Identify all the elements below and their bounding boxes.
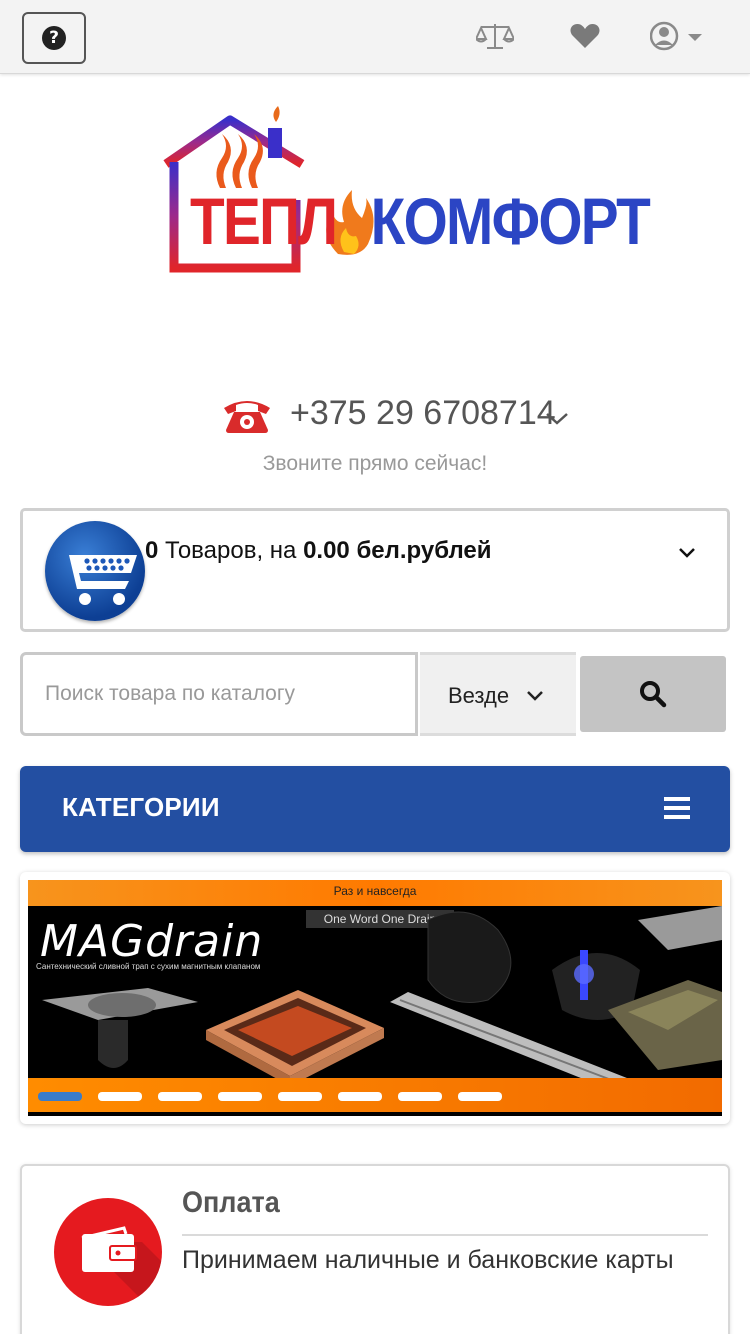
wallet-icon	[54, 1198, 162, 1306]
slider-dot[interactable]	[98, 1092, 142, 1101]
telephone-icon	[224, 401, 270, 433]
hamburger-menu-icon[interactable]	[664, 796, 690, 820]
balance-scale-icon	[476, 24, 514, 49]
payment-info-card: Оплата Принимаем наличные и банковские к…	[20, 1164, 730, 1334]
search-icon	[640, 681, 667, 708]
question-circle-icon: ?	[42, 26, 66, 50]
phone-row: +375 29 6708714	[0, 390, 750, 440]
divider	[182, 1234, 708, 1236]
shopping-cart-icon	[45, 521, 145, 621]
heart-icon	[570, 24, 600, 48]
user-circle-icon	[650, 21, 702, 51]
slider-dot[interactable]	[158, 1092, 202, 1101]
chevron-down-icon[interactable]	[677, 545, 697, 561]
promo-banner[interactable]: Раз и навсегда One Word One Drain MAGdra…	[28, 880, 722, 1116]
promo-slider[interactable]: Раз и навсегда One Word One Drain MAGdra…	[20, 872, 730, 1124]
cart-summary[interactable]: 0 Товаров, на 0.00 бел.рублей	[20, 508, 730, 632]
slider-dot[interactable]	[398, 1092, 442, 1101]
cart-total-text: 0 Товаров, на 0.00 бел.рублей	[145, 537, 491, 565]
cart-count: 0	[145, 537, 159, 564]
chevron-down-icon	[527, 691, 543, 701]
slider-dot[interactable]	[38, 1092, 82, 1101]
payment-text: Принимаем наличные и банковские карты	[182, 1246, 674, 1274]
help-button[interactable]: ?	[22, 12, 86, 64]
categories-label: КАТЕГОРИИ	[62, 792, 220, 822]
compare-button[interactable]	[474, 16, 516, 56]
call-now-note: Звоните прямо сейчас!	[262, 452, 488, 475]
wishlist-button[interactable]	[566, 16, 604, 56]
site-logo[interactable]: ТЕПЛ КОМФОРТ	[160, 104, 651, 276]
slider-dot[interactable]	[278, 1092, 322, 1101]
cart-on-label: на	[269, 537, 297, 564]
cart-total: 0.00 бел.рублей	[303, 537, 492, 564]
search-scope-value: Везде	[448, 683, 510, 708]
chevron-down-icon[interactable]	[544, 408, 570, 428]
slider-dot[interactable]	[218, 1092, 262, 1101]
search-input[interactable]: Поиск товара по каталогу	[20, 652, 418, 736]
search-scope-select[interactable]: Везде	[420, 652, 576, 736]
cart-items-label: Товаров,	[165, 537, 264, 564]
payment-title: Оплата	[182, 1186, 280, 1219]
phone-number[interactable]: +375 29 6708714	[290, 394, 556, 433]
categories-menu-bar[interactable]: КАТЕГОРИИ	[20, 766, 730, 852]
logo-text-part1: ТЕПЛ	[190, 184, 338, 258]
top-bar: ?	[0, 0, 750, 74]
slider-dot[interactable]	[458, 1092, 502, 1101]
slider-dot[interactable]	[338, 1092, 382, 1101]
search-button[interactable]	[580, 656, 726, 732]
logo-text-part2: КОМФОРТ	[370, 184, 651, 258]
account-menu-button[interactable]	[650, 16, 710, 56]
logo-wordmark: ТЕПЛ КОМФОРТ	[190, 188, 651, 254]
